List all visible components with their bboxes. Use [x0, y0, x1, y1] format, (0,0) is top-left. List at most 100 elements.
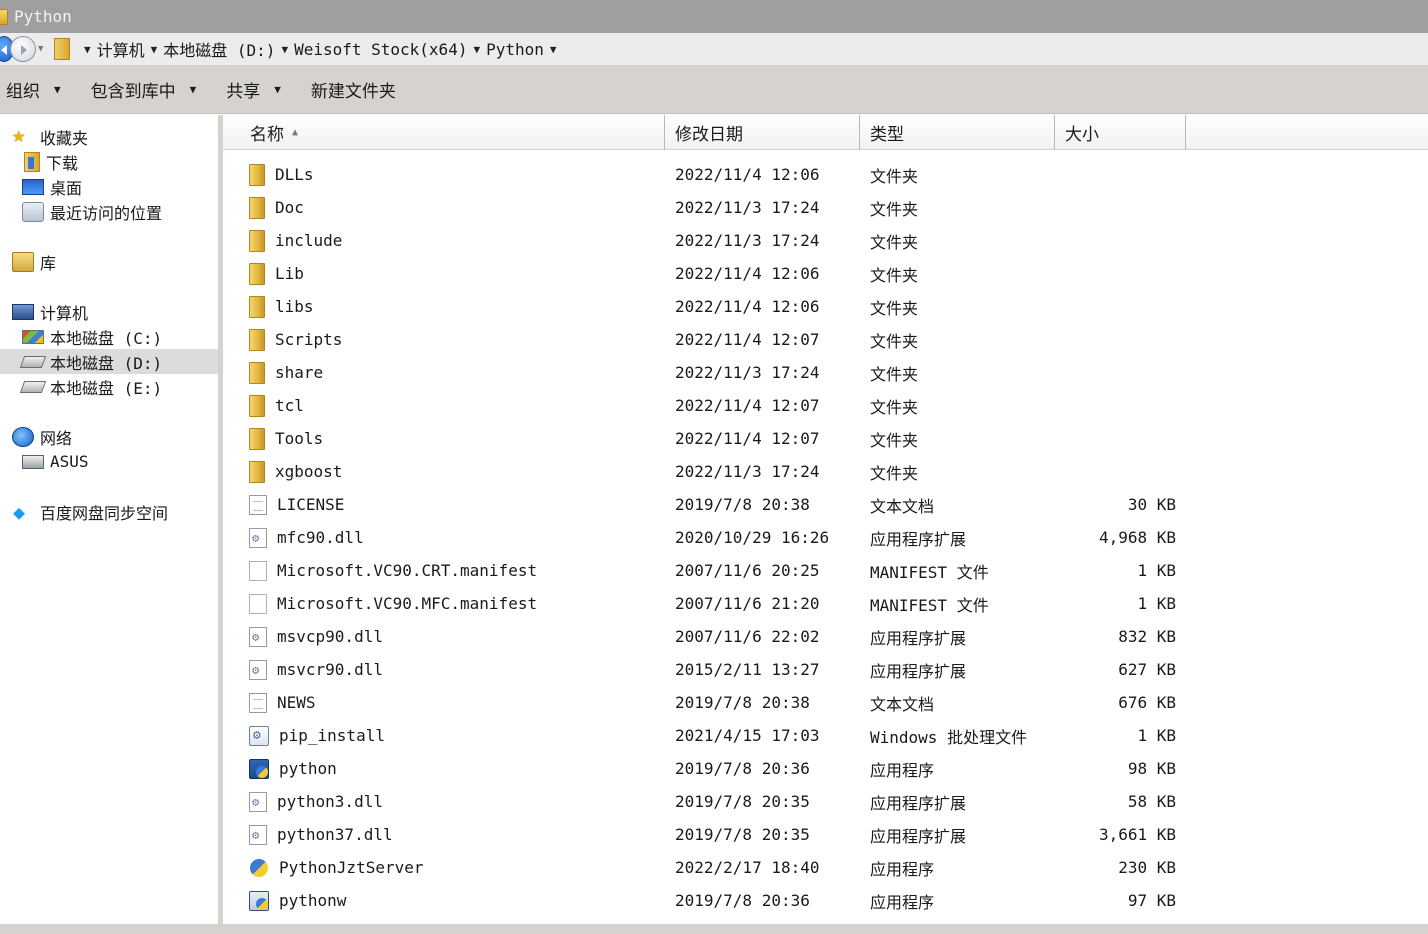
file-name: NEWS	[277, 693, 316, 712]
file-row[interactable]: NEWS 2019/7/8 20:38 文本文档 676 KB	[223, 686, 1428, 719]
chevron-down-icon[interactable]: ▼	[84, 43, 91, 56]
file-row[interactable]: msvcr90.dll 2015/2/11 13:27 应用程序扩展 627 KB	[223, 653, 1428, 686]
dll-icon	[249, 659, 267, 680]
include-in-library-button[interactable]: 包含到库中 ▼	[91, 77, 197, 102]
chevron-down-icon[interactable]: ▼	[473, 43, 480, 56]
folder-icon	[249, 394, 265, 417]
nav-item-drive-e[interactable]: 本地磁盘 (E:)	[0, 374, 218, 399]
file-row[interactable]: python3.dll 2019/7/8 20:35 应用程序扩展 58 KB	[223, 785, 1428, 818]
file-row[interactable]: Doc 2022/11/3 17:24 文件夹	[223, 191, 1428, 224]
nav-item-computer[interactable]: 计算机	[0, 299, 218, 324]
column-name-label: 名称	[250, 125, 284, 145]
nav-item-libraries[interactable]: 库	[0, 249, 218, 274]
file-type: 文件夹	[870, 166, 919, 186]
organize-button[interactable]: 组织 ▼	[6, 77, 61, 102]
python-window-exe-icon	[249, 890, 269, 911]
file-row[interactable]: Scripts 2022/11/4 12:07 文件夹	[223, 323, 1428, 356]
file-row[interactable]: tcl 2022/11/4 12:07 文件夹	[223, 389, 1428, 422]
file-row[interactable]: LICENSE 2019/7/8 20:38 文本文档 30 KB	[223, 488, 1428, 521]
file-type: 文件夹	[870, 265, 919, 285]
folder-icon	[249, 427, 265, 450]
file-row[interactable]: PythonJztServer 2022/2/17 18:40 应用程序 230 KB	[223, 851, 1428, 884]
breadcrumb-python[interactable]: Python	[486, 40, 544, 59]
file-name: python3.dll	[277, 792, 383, 811]
file-name-cell: Microsoft.VC90.CRT.manifest	[249, 560, 537, 581]
folder-icon	[249, 361, 265, 384]
nav-item-asus[interactable]: ASUS	[0, 449, 218, 474]
file-name: include	[275, 231, 343, 250]
nav-item-network[interactable]: 网络	[0, 424, 218, 449]
nav-item-drive-c[interactable]: 本地磁盘 (C:)	[0, 324, 218, 349]
recent-pages-chevron-down-icon[interactable]: ▼	[38, 44, 48, 54]
file-type: 应用程序扩展	[870, 793, 967, 813]
nav-item-label: 桌面	[50, 178, 83, 198]
column-header-name[interactable]: 名称 ▲	[240, 115, 665, 150]
file-modified-date: 2022/11/3 17:24	[675, 363, 820, 382]
file-name-cell: Scripts	[249, 328, 342, 351]
chevron-down-icon[interactable]: ▼	[281, 43, 288, 56]
file-row[interactable]: share 2022/11/3 17:24 文件夹	[223, 356, 1428, 389]
file-name: python	[279, 759, 337, 778]
file-name: Microsoft.VC90.MFC.manifest	[277, 594, 538, 613]
column-header-size[interactable]: 大小	[1055, 115, 1186, 150]
file-row[interactable]: msvcp90.dll 2007/11/6 22:02 应用程序扩展 832 KB	[223, 620, 1428, 653]
system-drive-icon	[22, 329, 44, 344]
file-name-cell: PythonJztServer	[249, 858, 424, 878]
file-name-cell: pip_install	[249, 725, 385, 746]
file-row[interactable]: mfc90.dll 2020/10/29 16:26 应用程序扩展 4,968 KB	[223, 521, 1428, 554]
organize-label: 组织	[6, 82, 40, 102]
nav-item-label: ASUS	[50, 452, 89, 471]
recent-places-icon	[22, 201, 44, 222]
file-row[interactable]: Microsoft.VC90.CRT.manifest 2007/11/6 20:…	[223, 554, 1428, 587]
file-row[interactable]: DLLs 2022/11/4 12:06 文件夹	[223, 158, 1428, 191]
file-type: 文件夹	[870, 331, 919, 351]
file-row[interactable]: pip_install 2021/4/15 17:03 Windows 批处理文件 1…	[223, 719, 1428, 752]
breadcrumb-computer[interactable]: 计算机	[97, 37, 145, 61]
nav-item-favorites[interactable]: 收藏夹	[0, 124, 218, 149]
chevron-down-icon[interactable]: ▼	[151, 43, 158, 56]
file-row[interactable]: Lib 2022/11/4 12:06 文件夹	[223, 257, 1428, 290]
dll-icon	[249, 527, 267, 548]
file-name-cell: libs	[249, 295, 314, 318]
file-name-cell: Lib	[249, 262, 304, 285]
nav-item-recent[interactable]: 最近访问的位置	[0, 199, 218, 224]
new-folder-button[interactable]: 新建文件夹	[311, 77, 396, 102]
file-row[interactable]: python37.dll 2019/7/8 20:35 应用程序扩展 3,661 KB	[223, 818, 1428, 851]
breadcrumb-weisoft-stock[interactable]: Weisoft Stock(x64)	[294, 40, 467, 59]
file-name-cell: tcl	[249, 394, 304, 417]
file-row[interactable]: libs 2022/11/4 12:06 文件夹	[223, 290, 1428, 323]
column-header-type[interactable]: 类型	[860, 115, 1055, 150]
file-name: share	[275, 363, 324, 382]
share-button[interactable]: 共享 ▼	[226, 77, 281, 102]
file-size: 676 KB	[1118, 693, 1176, 712]
file-type: 文件夹	[870, 463, 919, 483]
file-name: msvcr90.dll	[277, 660, 383, 679]
file-name: DLLs	[275, 165, 314, 184]
file-row[interactable]: python 2019/7/8 20:36 应用程序 98 KB	[223, 752, 1428, 785]
file-row[interactable]: Microsoft.VC90.MFC.manifest 2007/11/6 21:…	[223, 587, 1428, 620]
nav-item-baidu-sync[interactable]: 百度网盘同步空间	[0, 499, 218, 524]
file-row[interactable]: Tools 2022/11/4 12:07 文件夹	[223, 422, 1428, 455]
nav-item-label: 收藏夹	[40, 128, 89, 148]
file-modified-date: 2022/11/4 12:07	[675, 396, 820, 415]
downloads-folder-icon	[24, 151, 40, 172]
file-size: 97 KB	[1127, 891, 1176, 910]
breadcrumb: ▼ 计算机 ▼ 本地磁盘 (D:) ▼ Weisoft Stock(x64) ▼…	[78, 33, 563, 65]
nav-item-drive-d[interactable]: 本地磁盘 (D:)	[0, 349, 218, 374]
column-header-modified[interactable]: 修改日期	[665, 115, 860, 150]
file-size: 627 KB	[1118, 660, 1176, 679]
text-document-icon	[249, 692, 267, 713]
file-row[interactable]: pythonw 2019/7/8 20:36 应用程序 97 KB	[223, 884, 1428, 917]
file-row[interactable]: xgboost 2022/11/3 17:24 文件夹	[223, 455, 1428, 488]
nav-item-desktop[interactable]: 桌面	[0, 174, 218, 199]
file-type: MANIFEST 文件	[870, 562, 989, 582]
chevron-down-icon[interactable]: ▼	[550, 43, 557, 56]
file-size: 58 KB	[1127, 792, 1176, 811]
nav-item-label: 最近访问的位置	[50, 203, 163, 223]
forward-arrow-icon[interactable]	[10, 36, 36, 62]
file-name: msvcp90.dll	[277, 627, 383, 646]
column-modified-label: 修改日期	[675, 125, 743, 145]
file-row[interactable]: include 2022/11/3 17:24 文件夹	[223, 224, 1428, 257]
breadcrumb-drive-d[interactable]: 本地磁盘 (D:)	[163, 37, 275, 61]
nav-item-downloads[interactable]: 下载	[0, 149, 218, 174]
